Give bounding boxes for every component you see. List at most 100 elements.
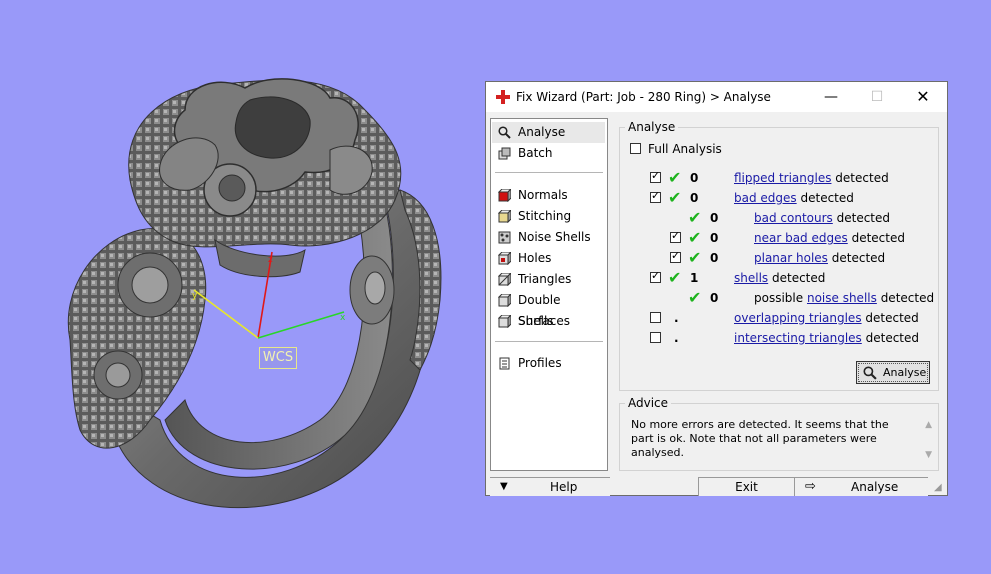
- result-count: 0: [710, 211, 719, 225]
- result-suffix: detected: [835, 171, 889, 185]
- triangles-cube-icon: [498, 273, 511, 286]
- result-count: 0: [690, 171, 699, 185]
- result-checkbox[interactable]: [650, 312, 661, 323]
- stitching-cube-icon: [498, 210, 511, 223]
- result-suffix: detected: [836, 211, 891, 225]
- wcs-label: WCS: [259, 347, 297, 369]
- ring-model: z y x: [67, 78, 442, 509]
- batch-icon: [498, 147, 511, 160]
- analyse-next-label: Analyse: [851, 480, 899, 494]
- analyse-run-button[interactable]: Analyse: [856, 361, 930, 384]
- nav-label: Analyse: [518, 125, 566, 139]
- result-suffix: detected: [865, 331, 920, 345]
- result-suffix: detected: [880, 291, 935, 305]
- nav-item-double-surfaces[interactable]: Double Surfaces: [492, 290, 605, 328]
- result-row-flipped-triangles: ✔ 0 flipped triangles detected: [650, 169, 930, 187]
- window-title: Fix Wizard (Part: Job - 280 Ring) > Anal…: [516, 90, 771, 104]
- nav-item-normals[interactable]: Normals: [492, 185, 605, 206]
- result-link[interactable]: shells: [734, 271, 768, 285]
- result-suffix: detected: [772, 271, 826, 285]
- double-surfaces-icon: [498, 294, 511, 307]
- nav-label: Noise Shells: [518, 230, 591, 244]
- 3d-viewport[interactable]: z y x WCS: [0, 0, 480, 571]
- exit-button[interactable]: Exit: [698, 477, 794, 496]
- result-row-bad-edges: ✔ 0 bad edges detected: [650, 189, 930, 207]
- result-checkbox[interactable]: [650, 332, 661, 343]
- result-link[interactable]: flipped triangles: [734, 171, 831, 185]
- nav-item-stitching[interactable]: Stitching: [492, 206, 605, 227]
- analyse-next-button[interactable]: ⇨ Analyse: [794, 477, 928, 496]
- result-link[interactable]: bad contours: [754, 211, 833, 225]
- result-link[interactable]: planar holes: [754, 251, 828, 265]
- result-checkbox[interactable]: [670, 249, 681, 263]
- title-bar[interactable]: Fix Wizard (Part: Job - 280 Ring) > Anal…: [486, 82, 947, 112]
- nav-label: Batch: [518, 146, 553, 160]
- nav-separator: [495, 172, 603, 173]
- result-row-planar-holes: ✔ 0 planar holes detected: [650, 249, 930, 267]
- nav-label: Triangles: [518, 272, 572, 286]
- nav-label: Normals: [518, 188, 568, 202]
- nav-item-shells[interactable]: Shells: [492, 311, 605, 332]
- nav-item-triangles[interactable]: Triangles: [492, 269, 605, 290]
- resize-grip-icon[interactable]: ◢: [934, 482, 942, 493]
- result-row-overlapping-triangles: . overlapping triangles detected: [650, 309, 930, 327]
- fix-wizard-dialog: Fix Wizard (Part: Job - 280 Ring) > Anal…: [485, 81, 948, 496]
- result-count: .: [674, 331, 679, 345]
- advice-group: Advice No more errors are detected. It s…: [619, 396, 939, 471]
- nav-item-batch[interactable]: Batch: [492, 143, 605, 164]
- result-checkbox[interactable]: [650, 189, 661, 203]
- result-prefix: possible: [754, 291, 804, 305]
- nav-item-holes[interactable]: Holes: [492, 248, 605, 269]
- minimize-button[interactable]: —: [808, 82, 854, 112]
- result-count: 0: [710, 291, 719, 305]
- holes-cube-icon: [498, 252, 511, 265]
- nav-item-profiles[interactable]: Profiles: [492, 353, 605, 374]
- scroll-down-icon[interactable]: ▼: [925, 450, 932, 460]
- full-analysis-label: Full Analysis: [648, 142, 722, 156]
- svg-text:z: z: [268, 255, 273, 265]
- result-checkbox[interactable]: [650, 269, 661, 283]
- caret-down-icon: ▼: [500, 481, 508, 492]
- bottom-bar: ▼ Help Exit ⇨ Analyse ◢: [486, 476, 947, 496]
- full-analysis-checkbox[interactable]: [630, 143, 641, 154]
- result-count: 0: [710, 251, 719, 265]
- result-suffix: detected: [865, 311, 919, 325]
- result-row-noise-shells: ✔ 0 possible noise shells detected: [650, 288, 934, 307]
- ok-check-icon: ✔: [668, 168, 682, 187]
- nav-item-noise-shells[interactable]: Noise Shells: [492, 227, 605, 248]
- result-link[interactable]: overlapping triangles: [734, 311, 862, 325]
- result-suffix: detected: [800, 191, 854, 205]
- magnifier-icon: [498, 126, 511, 139]
- close-button[interactable]: ✕: [900, 82, 946, 112]
- red-cross-icon: [496, 90, 510, 104]
- ok-check-icon: ✔: [688, 208, 702, 227]
- noise-shells-icon: [498, 231, 511, 244]
- result-count: 1: [690, 271, 699, 285]
- magnifier-icon: [863, 366, 877, 380]
- maximize-button[interactable]: ☐: [854, 82, 900, 112]
- result-link[interactable]: noise shells: [807, 291, 877, 305]
- result-link[interactable]: bad edges: [734, 191, 797, 205]
- shells-cube-icon: [498, 315, 511, 328]
- result-checkbox[interactable]: [670, 229, 681, 243]
- nav-item-analyse[interactable]: Analyse: [492, 122, 605, 143]
- exit-label: Exit: [735, 480, 758, 494]
- result-count: 0: [690, 191, 699, 205]
- nav-label: Profiles: [518, 356, 562, 370]
- result-checkbox[interactable]: [650, 169, 661, 183]
- result-row-bad-contours: ✔ 0 bad contours detected: [650, 209, 930, 227]
- ok-check-icon: ✔: [688, 288, 702, 307]
- wizard-nav-list: Analyse Batch Normals Stitching Noise Sh…: [490, 118, 608, 471]
- help-button[interactable]: ▼ Help: [490, 477, 610, 496]
- advice-group-title: Advice: [625, 396, 672, 410]
- ok-check-icon: ✔: [668, 188, 682, 207]
- result-link[interactable]: intersecting triangles: [734, 331, 862, 345]
- result-count: .: [674, 311, 679, 325]
- arrow-right-icon: ⇨: [805, 479, 816, 494]
- svg-text:y: y: [192, 291, 198, 301]
- scroll-up-icon[interactable]: ▲: [925, 420, 932, 430]
- result-link[interactable]: near bad edges: [754, 231, 848, 245]
- help-label: Help: [550, 480, 578, 494]
- analyse-run-label: Analyse: [883, 366, 927, 379]
- nav-label: Holes: [518, 251, 552, 265]
